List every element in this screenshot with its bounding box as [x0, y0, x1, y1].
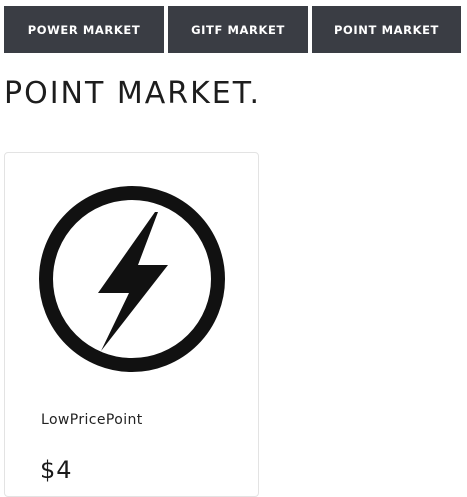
power-market-button[interactable]: POWER MARKET	[4, 6, 164, 53]
market-nav: POWER MARKET GITF MARKET POINT MARKET	[4, 6, 461, 53]
product-card[interactable]: LowPricePoint $4	[4, 152, 259, 497]
point-market-button[interactable]: POINT MARKET	[312, 6, 461, 53]
lightning-bolt-icon	[39, 186, 225, 372]
product-price: $4	[40, 456, 73, 484]
product-name: LowPricePoint	[41, 412, 143, 428]
gitf-market-button[interactable]: GITF MARKET	[168, 6, 308, 53]
page-title: POINT MARKET.	[4, 76, 262, 111]
